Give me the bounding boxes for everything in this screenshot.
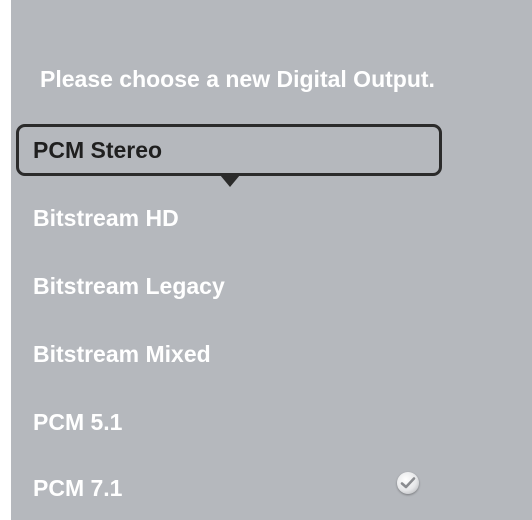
checkmark-icon — [397, 472, 419, 494]
option-pcm-5-1[interactable]: PCM 5.1 — [33, 409, 122, 436]
digital-output-dialog: Please choose a new Digital Output. PCM … — [11, 0, 532, 520]
option-pcm-stereo[interactable]: PCM Stereo — [33, 137, 162, 164]
option-bitstream-hd[interactable]: Bitstream HD — [33, 205, 179, 232]
dialog-prompt: Please choose a new Digital Output. — [40, 66, 435, 92]
option-bitstream-mixed[interactable]: Bitstream Mixed — [33, 341, 211, 368]
down-pointer-icon — [220, 175, 240, 187]
option-pcm-7-1[interactable]: PCM 7.1 — [33, 475, 122, 502]
option-bitstream-legacy[interactable]: Bitstream Legacy — [33, 273, 225, 300]
